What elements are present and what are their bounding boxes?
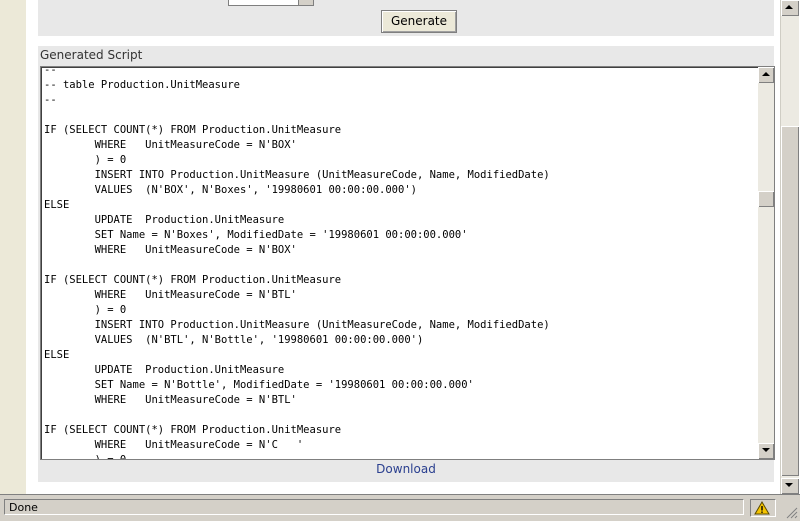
section-title: Generated Script	[40, 48, 143, 62]
scroll-down-button[interactable]	[758, 443, 774, 459]
resize-grip-icon[interactable]	[786, 507, 798, 519]
options-panel: Generate	[38, 0, 774, 36]
status-bar: Done	[0, 494, 800, 521]
page-scrollbar[interactable]	[780, 0, 799, 494]
arrow-up-icon	[785, 5, 793, 9]
left-gutter	[0, 0, 27, 494]
script-scrollbar[interactable]	[758, 67, 774, 459]
status-warning-panel[interactable]	[750, 499, 776, 517]
scroll-thumb[interactable]	[758, 191, 774, 207]
warning-icon	[754, 501, 770, 515]
arrow-up-icon	[762, 72, 770, 76]
generated-script-section: Generated Script -- -- table Production.…	[38, 46, 775, 482]
script-textarea[interactable]: -- -- table Production.UnitMeasure -- IF…	[40, 66, 775, 460]
page-content: Generate Generated Script -- -- table Pr…	[26, 0, 780, 494]
dropdown-arrow[interactable]	[298, 0, 313, 5]
scroll-up-button[interactable]	[758, 67, 774, 83]
page-scroll-thumb[interactable]	[781, 126, 799, 476]
arrow-down-icon	[762, 448, 770, 452]
status-text: Done	[4, 499, 744, 515]
generate-button[interactable]: Generate	[381, 10, 457, 33]
download-link[interactable]: Download	[38, 462, 774, 476]
script-code: -- -- table Production.UnitMeasure -- IF…	[44, 66, 550, 460]
arrow-down-icon	[785, 483, 793, 487]
page-scroll-down-button[interactable]	[781, 478, 799, 494]
page-scroll-up-button[interactable]	[781, 0, 799, 16]
